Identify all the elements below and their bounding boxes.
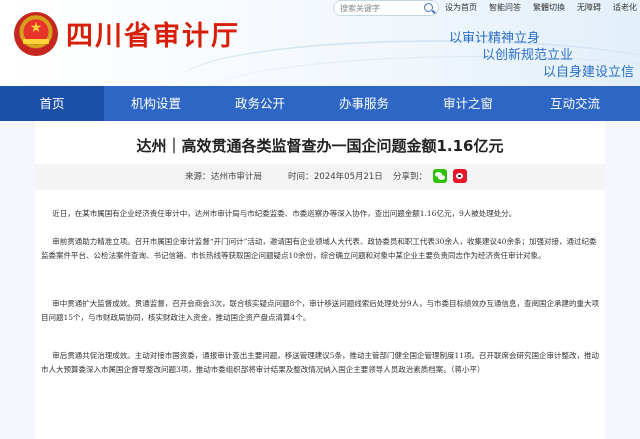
- article-paragraph: 审后贯通共促治理成效。主动对接市国资委，通报审计查出主要问题，移送管理建议5条，…: [41, 351, 600, 374]
- article-date: 2024年05月21日: [314, 172, 383, 182]
- nav-item-home[interactable]: 首页: [0, 86, 104, 121]
- share-label: 分享到：: [393, 172, 428, 182]
- article-container: 达州｜高效贯通各类监督查办一国企问题金额1.16亿元 来源： 达州市审计局 时间…: [35, 121, 605, 439]
- link-accessibility[interactable]: 无障碍: [577, 2, 601, 14]
- weibo-icon[interactable]: [453, 169, 467, 183]
- main-nav: 首页 机构设置 政务公开 办事服务 审计之窗 互动交流: [0, 86, 640, 121]
- national-emblem-icon[interactable]: ★: [14, 12, 58, 56]
- nav-item-services[interactable]: 办事服务: [312, 86, 416, 121]
- link-traditional-chinese[interactable]: 繁體切換: [533, 2, 565, 14]
- link-smart-qa[interactable]: 智能问答: [489, 2, 521, 14]
- article-meta-bar: 来源： 达州市审计局 时间： 2024年05月21日 分享到：: [35, 164, 605, 190]
- article-paragraph: 审前贯通助力精准立项。召开市属国企审计监督“开门问计”活动，邀请国有企业领域人大…: [41, 237, 597, 260]
- search-input[interactable]: [340, 2, 420, 14]
- article-paragraph: 近日，在某市属国有企业经济责任审计中，达州市审计局与市纪委监委、市委巡察办等深入…: [52, 209, 517, 218]
- search-icon[interactable]: [424, 3, 433, 12]
- article-title: 达州｜高效贯通各类监督查办一国企问题金额1.16亿元: [136, 137, 504, 155]
- article-source: 达州市审计局: [211, 172, 263, 182]
- search-box[interactable]: [333, 0, 439, 16]
- nav-item-government-affairs[interactable]: 政务公开: [208, 86, 312, 121]
- wechat-icon[interactable]: [433, 169, 447, 183]
- slogan-line: 以自身建设立信: [542, 65, 634, 80]
- site-title[interactable]: 四川省审计厅: [66, 14, 240, 53]
- nav-item-interaction[interactable]: 互动交流: [520, 86, 630, 121]
- date-label: 时间：: [288, 172, 314, 182]
- source-label: 来源：: [185, 172, 211, 182]
- top-links: 设为首页 智能问答 繁體切換 无障碍 适老化: [445, 2, 640, 14]
- nav-item-organization[interactable]: 机构设置: [104, 86, 208, 121]
- nav-item-audit-window[interactable]: 审计之窗: [416, 86, 520, 121]
- site-header: ★ 四川省审计厅 设为首页 智能问答 繁體切換 无障碍 适老化 以审计精神立身 …: [0, 0, 640, 86]
- article-paragraph: 审中贯通扩大监督成效。贯通监督，召开会商会3次，联合核实疑点问题8个，审计移送问…: [41, 299, 600, 322]
- link-set-homepage[interactable]: 设为首页: [445, 2, 477, 14]
- link-elderly-mode[interactable]: 适老化: [613, 2, 637, 14]
